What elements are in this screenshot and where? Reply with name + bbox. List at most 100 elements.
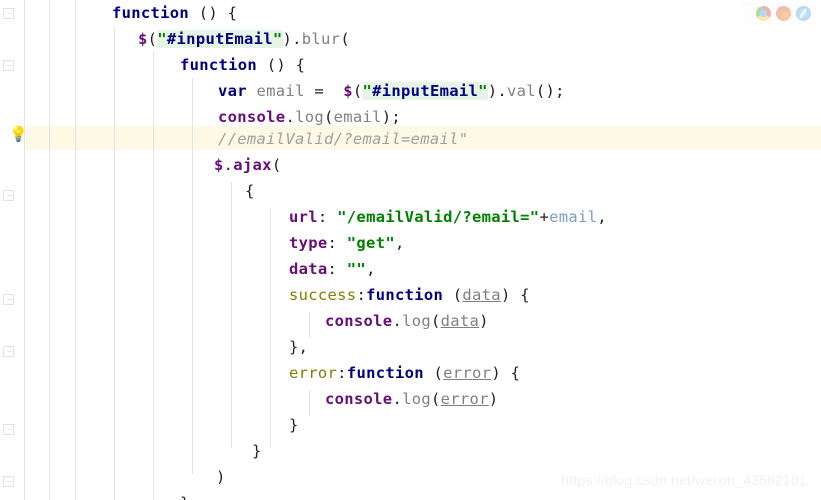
code-token: . [392,390,403,408]
code-token: " [478,82,488,100]
line-function-inner[interactable]: function () { [0,52,305,78]
code-token: ( [271,156,282,174]
code-token: } [252,442,262,460]
code-token: () { [189,4,238,22]
safari-browser-icon[interactable] [796,5,811,21]
code-token: #inputEmail [166,30,273,48]
code-token: ). [282,30,302,48]
line-error-close[interactable]: } [0,412,299,438]
code-fold-marker-0[interactable] [3,8,14,19]
code-token: , [366,260,376,278]
code-token: ( [323,108,334,126]
line-option-error[interactable]: error:function (error) { [0,360,520,386]
code-token: email [246,82,305,100]
code-token: function [346,364,424,382]
code-token: " [362,82,373,100]
code-token: #inputEmail [372,82,479,100]
code-token: log [295,108,324,126]
watermark-url: https://blog.csdn.net/weixin_43582101 [561,472,807,488]
line-success-close[interactable]: }, [0,334,308,360]
line-option-data[interactable]: data: "", [0,256,376,282]
code-token: url [289,208,318,226]
code-token: : [327,234,347,252]
line-ajax-call[interactable]: $.ajax( [0,152,281,178]
line-function-outer[interactable]: function () { [0,0,237,26]
code-token: () { [257,56,306,74]
code-token: } [180,494,190,500]
line-comment-emailvalid[interactable]: //emailValid/?email=email" [0,126,468,152]
line-blur-binding[interactable]: $("#inputEmail").blur( [0,26,350,52]
lightbulb-icon[interactable]: 💡 [9,124,28,144]
line-ajax-close[interactable]: ) [0,464,226,490]
code-token: ( [423,364,444,382]
code-token: function [366,286,444,304]
code-token: blur [301,30,341,48]
line-var-email[interactable]: var email = $("#inputEmail").val(); [0,78,565,104]
code-token: error [443,364,492,382]
line-success-console-log[interactable]: console.log(data) [0,308,489,334]
editor-gutter[interactable]: 💡 [0,0,28,500]
code-editor-window: 💡 function () {$("#inputEmail").blur(fun… [0,0,821,500]
code-token: = [304,82,344,100]
code-fold-marker-5[interactable] [3,424,14,435]
code-token: : [337,364,347,382]
code-token: console [325,390,393,408]
code-token: log [402,390,431,408]
code-token: " [157,30,167,48]
code-token: (); [535,82,565,100]
code-token: . [223,156,234,174]
code-token: + [539,208,550,226]
line-option-type[interactable]: type: "get", [0,230,405,256]
code-token: //emailValid/?email=email" [218,130,469,148]
line-option-url[interactable]: url: "/emailValid/?email="+email, [0,204,607,230]
code-fold-marker-3[interactable] [3,294,14,305]
code-token: function [112,4,190,22]
line-blur-close[interactable]: } [0,490,190,500]
code-fold-marker-4[interactable] [3,346,14,357]
code-token: data [440,312,480,330]
code-fold-marker-6[interactable] [3,476,14,487]
code-token: : [327,260,347,278]
code-token: ( [340,30,350,48]
code-token: ) [488,390,499,408]
code-fold-marker-1[interactable] [3,60,14,71]
code-token: ( [430,312,441,330]
code-token: error [440,390,489,408]
code-token: " [272,30,283,48]
code-token: ); [381,108,402,126]
chrome-browser-icon[interactable] [756,5,771,21]
code-token: ) { [500,286,530,304]
code-token: . [392,312,403,330]
code-token: success [289,286,357,304]
code-token: data [289,260,328,278]
line-object-close[interactable]: } [0,438,262,464]
code-content-area[interactable]: function () {$("#inputEmail").blur(funct… [0,0,821,500]
code-token: $ [138,30,148,48]
code-token: type [289,234,328,252]
line-option-success[interactable]: success:function (data) { [0,282,530,308]
line-error-console-log[interactable]: console.log(error) [0,386,498,412]
code-token: function [180,56,258,74]
code-token: val [507,82,536,100]
line-open-brace[interactable]: { [0,178,255,204]
code-token: ) [479,312,489,330]
code-token: }, [289,338,309,356]
code-token: email [333,108,382,126]
code-token: "get" [346,234,395,252]
code-token: ( [352,82,363,100]
code-token: log [402,312,431,330]
code-token: , [394,234,405,252]
code-token: data [462,286,501,304]
code-token: ) { [491,364,521,382]
code-token: ajax [233,156,272,174]
code-token: , [597,208,607,226]
code-token: $ [343,82,353,100]
code-token: "/emailValid/?email=" [337,208,540,226]
firefox-browser-icon[interactable] [776,5,791,21]
code-token: ). [487,82,508,100]
code-token: : [356,286,367,304]
code-token: . [285,108,296,126]
code-token: ) [216,468,226,486]
code-fold-marker-2[interactable] [3,190,14,201]
browser-preview-toolbar[interactable] [739,2,817,24]
